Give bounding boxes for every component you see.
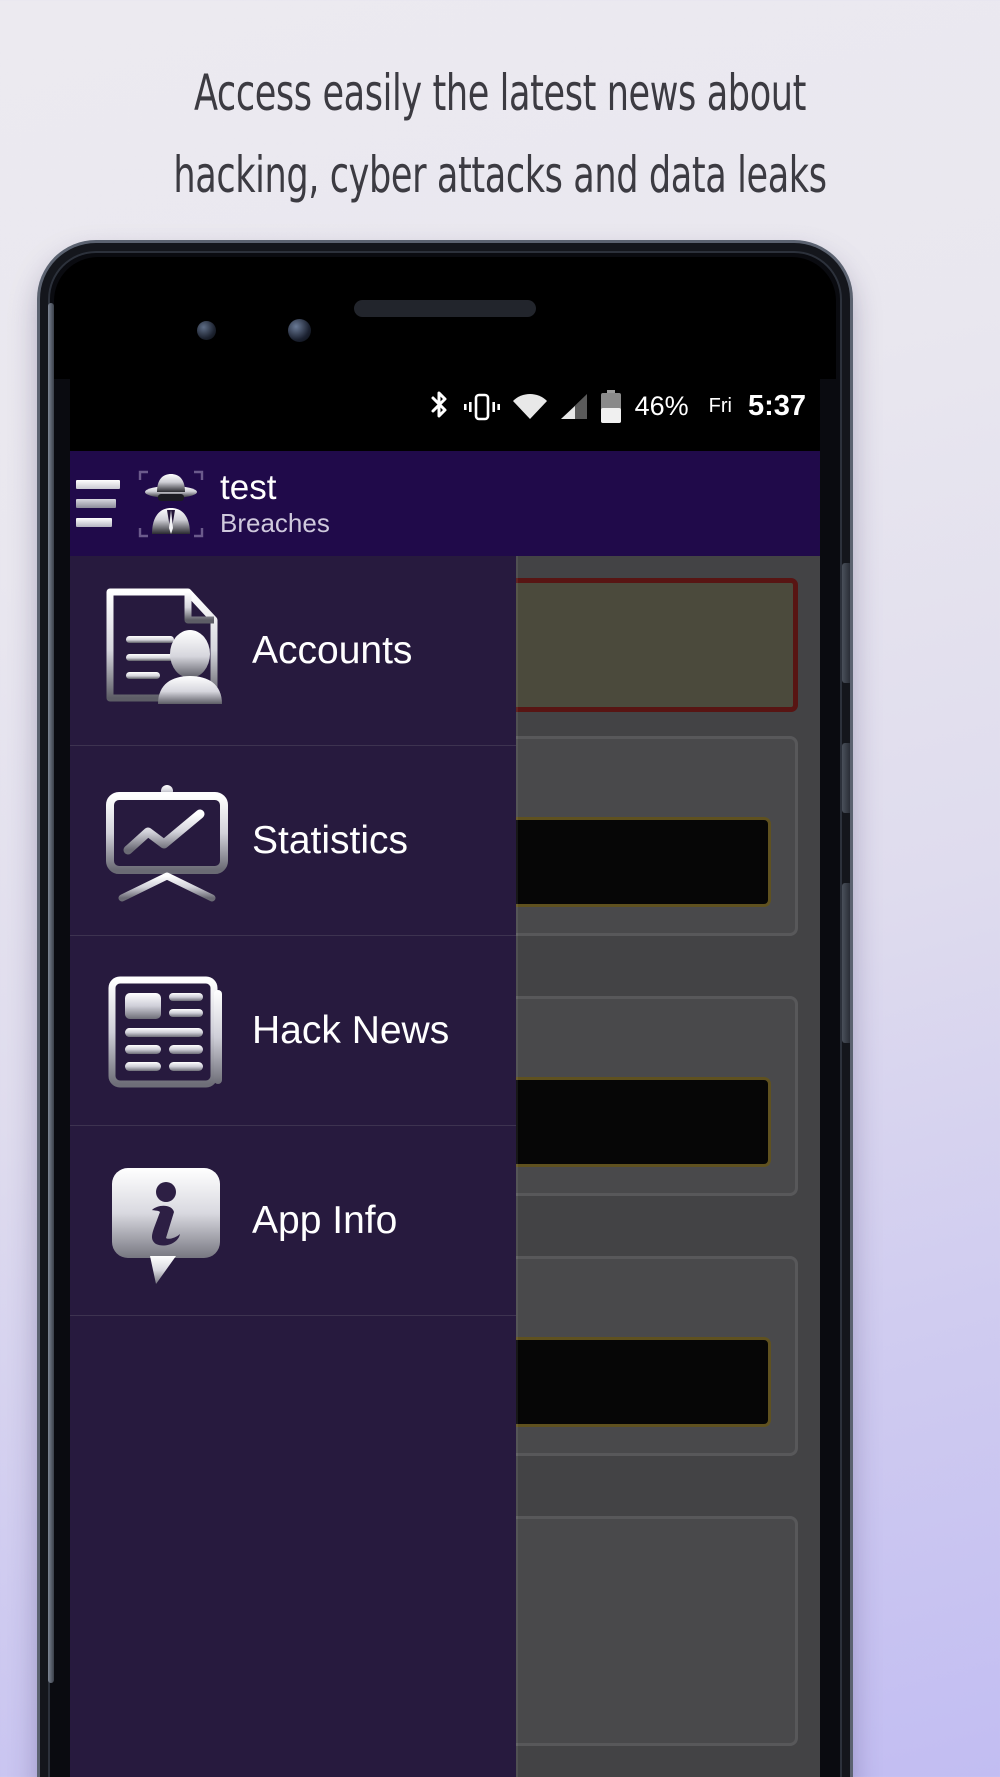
drawer-item-label: Hack News	[252, 1008, 450, 1052]
spy-detective-icon	[136, 466, 206, 542]
promo-headline: Access easily the latest news about hack…	[173, 64, 827, 204]
drawer-right-edge	[516, 556, 518, 1777]
drawer-item-app-info[interactable]: App Info	[70, 1126, 516, 1316]
info-bubble-icon	[92, 1146, 242, 1296]
vibrate-icon	[463, 391, 501, 423]
phone-side-button-top	[842, 563, 850, 683]
phone-top-hardware	[54, 257, 836, 379]
phone-screen: 46% Fri 5:37 test Breaches Accounts Stat…	[70, 362, 820, 1777]
app-bar: test Breaches	[70, 451, 820, 556]
front-camera	[288, 319, 311, 342]
status-day-label: Fri	[708, 395, 732, 417]
navigation-drawer: Accounts Statistics Hack News App Info	[70, 556, 516, 1777]
drawer-item-label: Statistics	[252, 818, 409, 862]
cell-signal-icon	[559, 393, 589, 421]
drawer-empty-space	[70, 1316, 516, 1716]
phone-side-button-bottom	[842, 883, 850, 1043]
drawer-item-statistics[interactable]: Statistics	[70, 746, 516, 936]
drawer-item-hack-news[interactable]: Hack News	[70, 936, 516, 1126]
battery-percent-label: 46%	[634, 391, 689, 421]
phone-left-edge-highlight	[48, 303, 54, 1683]
hamburger-menu-icon[interactable]	[76, 480, 124, 527]
bluetooth-icon	[426, 390, 452, 424]
sensor-dot	[197, 321, 216, 340]
page-subtitle: Breaches	[220, 508, 330, 539]
document-person-icon	[92, 576, 242, 726]
drawer-item-accounts[interactable]: Accounts	[70, 556, 516, 746]
status-time-label: 5:37	[747, 390, 806, 422]
battery-icon	[600, 389, 622, 424]
chart-board-icon	[92, 766, 242, 916]
app-bar-titles: test Breaches	[220, 467, 330, 539]
phone-side-button-mid	[842, 743, 850, 813]
drawer-item-label: App Info	[252, 1198, 398, 1242]
drawer-item-label: Accounts	[252, 628, 413, 672]
phone-mockup: 46% Fri 5:37 test Breaches Accounts Stat…	[40, 243, 850, 1777]
wifi-icon	[512, 393, 548, 421]
earpiece-speaker	[354, 300, 536, 317]
page-title: test	[220, 467, 277, 507]
status-bar: 46% Fri 5:37	[70, 362, 820, 451]
newspaper-icon	[92, 956, 242, 1106]
